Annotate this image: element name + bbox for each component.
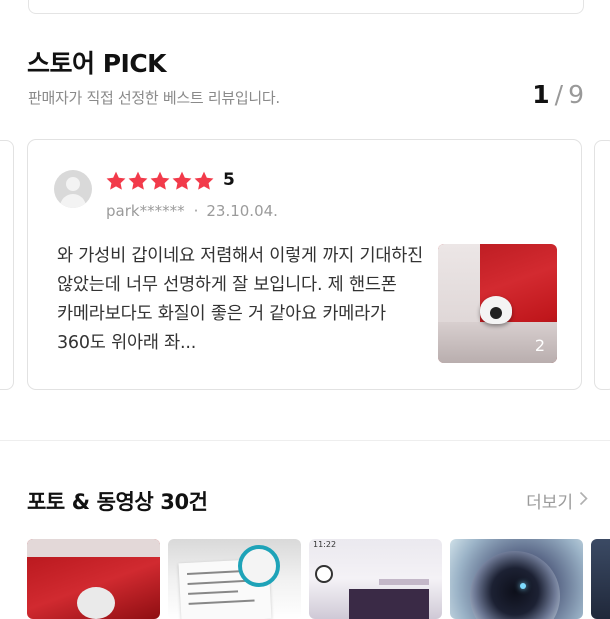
photo-4-led — [520, 583, 526, 589]
photo-4-camera-dome — [470, 551, 560, 619]
review-text[interactable]: 와 가성비 갑이네요 저렴해서 이렇게 까지 기대하진 않았는데 너무 선명하게… — [57, 242, 427, 358]
review-author: park****** — [106, 202, 185, 220]
photo-2-text-line — [188, 599, 255, 605]
photo-thumbnail-1[interactable] — [27, 539, 160, 619]
photo-3-tv — [349, 589, 429, 619]
section-divider — [0, 440, 610, 441]
photo-2-camera-ring — [238, 545, 280, 587]
star-icon — [105, 170, 127, 192]
pager-separator: / — [554, 80, 564, 109]
chevron-right-icon — [579, 490, 588, 511]
photo-thumbnail-3[interactable]: 11:22 — [309, 539, 442, 619]
star-icon — [127, 170, 149, 192]
photo-3-shelf — [379, 579, 429, 585]
star-icon — [193, 170, 215, 192]
photo-3-record-icon — [315, 565, 333, 583]
review-pager: 1/9 — [532, 80, 584, 109]
photo-1-camera — [77, 587, 115, 619]
meta-dot-separator: · — [193, 202, 199, 220]
pager-total: 9 — [568, 80, 584, 109]
pager-current: 1 — [532, 80, 550, 109]
photo-count: 2 — [534, 336, 545, 355]
photo-3-status-time: 11:22 — [313, 540, 337, 549]
previous-section-card — [28, 0, 584, 14]
star-rating — [105, 168, 215, 194]
store-pick-subtitle: 판매자가 직접 선정한 베스트 리뷰입니다. — [28, 89, 280, 107]
avatar-body-shape — [60, 194, 86, 208]
next-review-card[interactable] — [594, 140, 610, 390]
review-meta: park****** · 23.10.04. — [106, 202, 278, 220]
photo-thumbnail-5[interactable] — [591, 539, 610, 619]
review-photo-thumbnail[interactable]: 2 — [438, 244, 557, 363]
avatar — [54, 170, 92, 208]
review-date: 23.10.04. — [206, 202, 278, 220]
photo-1-ceiling — [27, 539, 160, 557]
star-icon — [171, 170, 193, 192]
photo-video-title: 포토 & 동영상 30건 — [27, 490, 208, 514]
rating-value: 5 — [223, 170, 235, 190]
photo-2-text-line — [188, 590, 239, 595]
photo-camera-lens — [490, 307, 502, 319]
avatar-head-shape — [66, 177, 80, 191]
photo-thumbnail-4[interactable] — [450, 539, 583, 619]
star-icon — [149, 170, 171, 192]
store-pick-title: 스토어 PICK — [27, 49, 167, 78]
photo-thumbnail-2[interactable] — [168, 539, 301, 619]
previous-review-card[interactable] — [0, 140, 14, 390]
best-review-card[interactable]: 5 park****** · 23.10.04. 와 가성비 갑이네요 저렴해서 이… — [27, 139, 582, 390]
more-label: 더보기 — [526, 493, 573, 513]
more-button[interactable]: 더보기 — [526, 488, 588, 513]
